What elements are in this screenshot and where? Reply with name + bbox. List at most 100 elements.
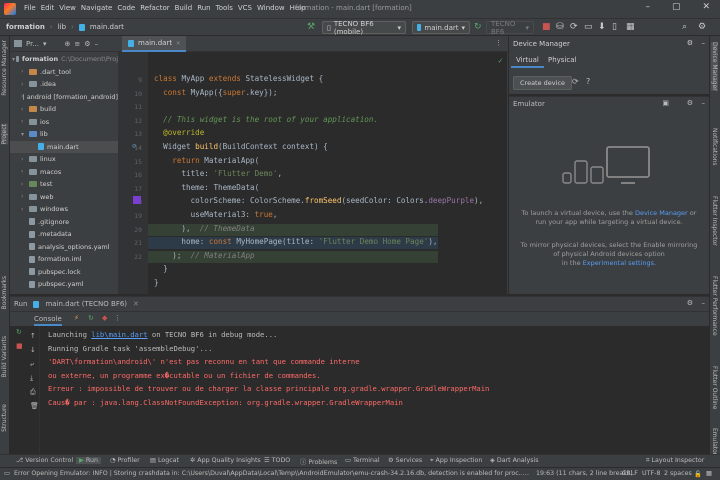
line-separator[interactable]: CRLF bbox=[622, 470, 638, 477]
code-line[interactable]: } bbox=[154, 278, 159, 287]
collapsed-arrow-icon[interactable]: › bbox=[21, 68, 29, 75]
stop-icon[interactable]: ■ bbox=[542, 22, 551, 32]
override-marker-icon[interactable]: ⊙ bbox=[132, 142, 136, 150]
tree-item[interactable]: main.dart bbox=[10, 140, 118, 153]
tool-tab-app-inspection[interactable]: ⌖ App Inspection bbox=[430, 457, 482, 465]
breadcrumb-project[interactable]: formation bbox=[6, 23, 45, 31]
minimize-icon[interactable]: – bbox=[645, 2, 650, 12]
tree-item[interactable]: pubspec.yaml bbox=[10, 278, 118, 291]
secondary-device-selector[interactable]: TECNO BF6 ▾ bbox=[486, 20, 534, 36]
menu-navigate[interactable]: Navigate bbox=[81, 4, 112, 12]
window-mode-icon[interactable]: ▣ bbox=[662, 99, 669, 107]
menu-tools[interactable]: Tools bbox=[216, 4, 233, 12]
close-tab-icon[interactable]: ✕ bbox=[176, 39, 180, 47]
tool-tab-app-quality[interactable]: ✲ App Quality Insights bbox=[190, 457, 261, 464]
collapsed-arrow-icon[interactable]: › bbox=[21, 206, 29, 213]
tool-tab-logcat[interactable]: ▤ Logcat bbox=[150, 457, 179, 464]
tree-item[interactable]: ▾ lib bbox=[10, 128, 118, 141]
tool-tab-layout-inspector[interactable]: ⌗ Layout Inspector bbox=[646, 457, 704, 465]
project-panel-title[interactable]: Pr... bbox=[26, 40, 39, 48]
tree-item[interactable]: › macos bbox=[10, 166, 118, 179]
tree-item[interactable]: › android [formation_android] bbox=[10, 91, 118, 104]
code-line[interactable]: return MaterialApp( bbox=[154, 156, 259, 165]
hide-icon[interactable]: – bbox=[702, 99, 706, 107]
breadcrumb-lib[interactable]: lib bbox=[58, 23, 66, 31]
code-line[interactable]: home: const MyHomePage(title: 'Flutter D… bbox=[154, 237, 437, 246]
code-line[interactable]: const MyApp({super.key}); bbox=[154, 88, 277, 97]
menu-code[interactable]: Code bbox=[117, 4, 135, 12]
collapsed-arrow-icon[interactable]: › bbox=[21, 193, 29, 200]
flutter-performance-tab[interactable]: Flutter Performance bbox=[711, 276, 718, 336]
tree-item[interactable]: formation.iml bbox=[10, 253, 118, 266]
device-manager-link[interactable]: Device Manager bbox=[635, 209, 688, 217]
notifications-tab[interactable]: Notifications bbox=[711, 128, 718, 166]
collapsed-arrow-icon[interactable]: › bbox=[21, 118, 29, 125]
tab-physical[interactable]: Physical bbox=[543, 54, 581, 66]
create-device-button[interactable]: Create device bbox=[513, 76, 573, 90]
hot-reload-icon[interactable]: ⚡ bbox=[74, 314, 79, 322]
collapsed-arrow-icon[interactable]: › bbox=[21, 156, 29, 163]
menu-run[interactable]: Run bbox=[197, 4, 210, 12]
expanded-arrow-icon[interactable]: ▾ bbox=[21, 131, 29, 138]
breadcrumb-file[interactable]: main.dart bbox=[90, 23, 124, 31]
stop-icon[interactable]: ◆ bbox=[102, 314, 107, 322]
menu-window[interactable]: Window bbox=[257, 4, 285, 12]
code-line[interactable]: colorScheme: ColorScheme.fromSeed(seedCo… bbox=[154, 196, 484, 205]
flutter-inspector-tab[interactable]: Flutter Inspector bbox=[711, 196, 718, 246]
code-line[interactable]: class MyApp extends StatelessWidget { bbox=[154, 74, 323, 83]
menu-build[interactable]: Build bbox=[175, 4, 193, 12]
status-message[interactable]: Error Opening Emulator: INFO | Storing c… bbox=[14, 470, 530, 477]
warning-icon[interactable]: ▭ bbox=[4, 470, 10, 477]
code-line[interactable]: } bbox=[154, 264, 168, 273]
tree-item[interactable]: .metadata bbox=[10, 228, 118, 241]
tool-tab-profiler[interactable]: ◔ Profiler bbox=[110, 457, 140, 464]
tree-item[interactable]: pubspec.lock bbox=[10, 266, 118, 279]
collapsed-arrow-icon[interactable]: › bbox=[21, 106, 29, 113]
settings-icon[interactable]: ⚙ bbox=[698, 22, 706, 32]
scroll-up-icon[interactable]: ↑ bbox=[30, 332, 36, 340]
scroll-to-end-icon[interactable]: ⤓ bbox=[30, 374, 33, 383]
code-line[interactable]: ); // MaterialApp bbox=[154, 251, 254, 260]
stop-icon[interactable]: ■ bbox=[16, 342, 23, 350]
menu-file[interactable]: File bbox=[24, 4, 36, 12]
tool-tab-dart-analysis[interactable]: ◈ Dart Analysis bbox=[490, 457, 539, 464]
tool-tab-version-control[interactable]: ⎇ Version Control bbox=[16, 457, 73, 464]
chevron-down-icon[interactable]: ▾ bbox=[43, 40, 47, 48]
rerun-icon[interactable]: ↻ bbox=[474, 22, 482, 32]
bookmarks-tab[interactable]: Bookmarks bbox=[1, 276, 8, 310]
code-line[interactable]: // This widget is the root of your appli… bbox=[154, 115, 378, 124]
device-manager-tool-tab[interactable]: Device Manager bbox=[711, 42, 718, 91]
tree-item[interactable]: › windows bbox=[10, 203, 118, 216]
avd-icon[interactable]: ▯ bbox=[612, 22, 617, 32]
tab-virtual[interactable]: Virtual bbox=[511, 54, 544, 68]
console-file-link[interactable]: lib\main.dart bbox=[91, 330, 147, 339]
menu-vcs[interactable]: VCS bbox=[238, 4, 252, 12]
tool-tab-run[interactable]: ▶ Run bbox=[76, 457, 101, 464]
tree-item[interactable]: › linux bbox=[10, 153, 118, 166]
indent-setting[interactable]: 2 spaces bbox=[664, 470, 692, 477]
layout-icon[interactable]: ▦ bbox=[626, 22, 635, 32]
close-tab-icon[interactable]: ✕ bbox=[133, 300, 139, 308]
code-line[interactable]: Widget build(BuildContext context) { bbox=[154, 142, 328, 151]
tree-item[interactable]: › web bbox=[10, 191, 118, 204]
close-icon[interactable]: ✕ bbox=[702, 2, 710, 12]
hide-icon[interactable]: – bbox=[702, 39, 706, 47]
device-selector[interactable]: ▯ TECNO BF6 (mobile) ▾ bbox=[322, 20, 406, 36]
collapsed-arrow-icon[interactable]: › bbox=[21, 81, 29, 88]
attach-debugger-icon[interactable]: ⛁ bbox=[556, 22, 564, 32]
help-icon[interactable]: ? bbox=[586, 77, 590, 86]
flutter-outline-tab[interactable]: Flutter Outline bbox=[711, 366, 718, 409]
caret-position[interactable]: 19:63 (11 chars, 2 line breaks) bbox=[536, 470, 633, 477]
more-tabs-icon[interactable]: ⋮ bbox=[495, 39, 502, 47]
menu-view[interactable]: View bbox=[59, 4, 76, 12]
hammer-icon[interactable]: ⚒ bbox=[307, 22, 315, 32]
gear-icon[interactable]: ⚙ bbox=[687, 99, 693, 107]
lock-icon[interactable]: 🔓 bbox=[694, 470, 702, 478]
scroll-down-icon[interactable]: ↓ bbox=[30, 346, 36, 354]
memory-icon[interactable]: ▦ bbox=[706, 470, 712, 477]
search-icon[interactable]: ⌕ bbox=[682, 22, 687, 32]
project-tool-tab[interactable]: Project bbox=[1, 124, 8, 145]
run-configuration-selector[interactable]: main.dart ▾ bbox=[412, 21, 470, 34]
collapsed-arrow-icon[interactable]: › bbox=[21, 181, 29, 188]
run-session-tab[interactable]: main.dart (TECNO BF6) bbox=[45, 300, 127, 308]
